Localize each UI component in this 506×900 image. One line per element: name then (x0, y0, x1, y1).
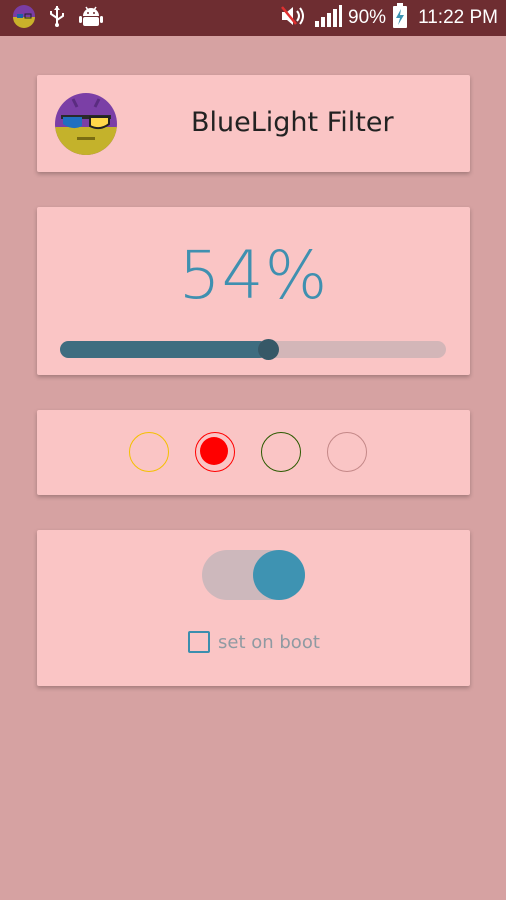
clock: 11:22 PM (418, 7, 498, 28)
header-card: BlueLight Filter (37, 75, 470, 172)
slider-thumb[interactable] (258, 339, 279, 360)
intensity-slider[interactable] (60, 339, 446, 360)
bluelight-filter-app-icon (55, 93, 117, 155)
color-swatch-yellow[interactable] (129, 432, 169, 472)
color-card (37, 410, 470, 495)
color-swatch-none[interactable] (327, 432, 367, 472)
filter-toggle[interactable] (202, 550, 305, 600)
app-notification-icon (12, 4, 36, 32)
color-swatch-green[interactable] (261, 432, 301, 472)
toggle-knob (253, 550, 305, 600)
color-swatch-red[interactable] (195, 432, 235, 472)
battery-charging-icon (392, 3, 408, 33)
toggle-card: set on boot (37, 530, 470, 686)
intensity-card: 54% (37, 207, 470, 375)
app-title: BlueLight Filter (191, 107, 394, 138)
volume-muted-icon (280, 4, 308, 32)
set-on-boot-row[interactable]: set on boot (188, 631, 320, 653)
set-on-boot-checkbox[interactable] (188, 631, 210, 653)
slider-fill (60, 341, 268, 358)
status-bar: 90% 11:22 PM (0, 0, 506, 36)
signal-icon (314, 4, 343, 32)
battery-percent: 90% (348, 7, 387, 28)
android-debug-icon (78, 4, 104, 32)
usb-icon (46, 4, 68, 32)
intensity-percent: 54% (178, 237, 329, 314)
set-on-boot-label: set on boot (218, 631, 320, 653)
